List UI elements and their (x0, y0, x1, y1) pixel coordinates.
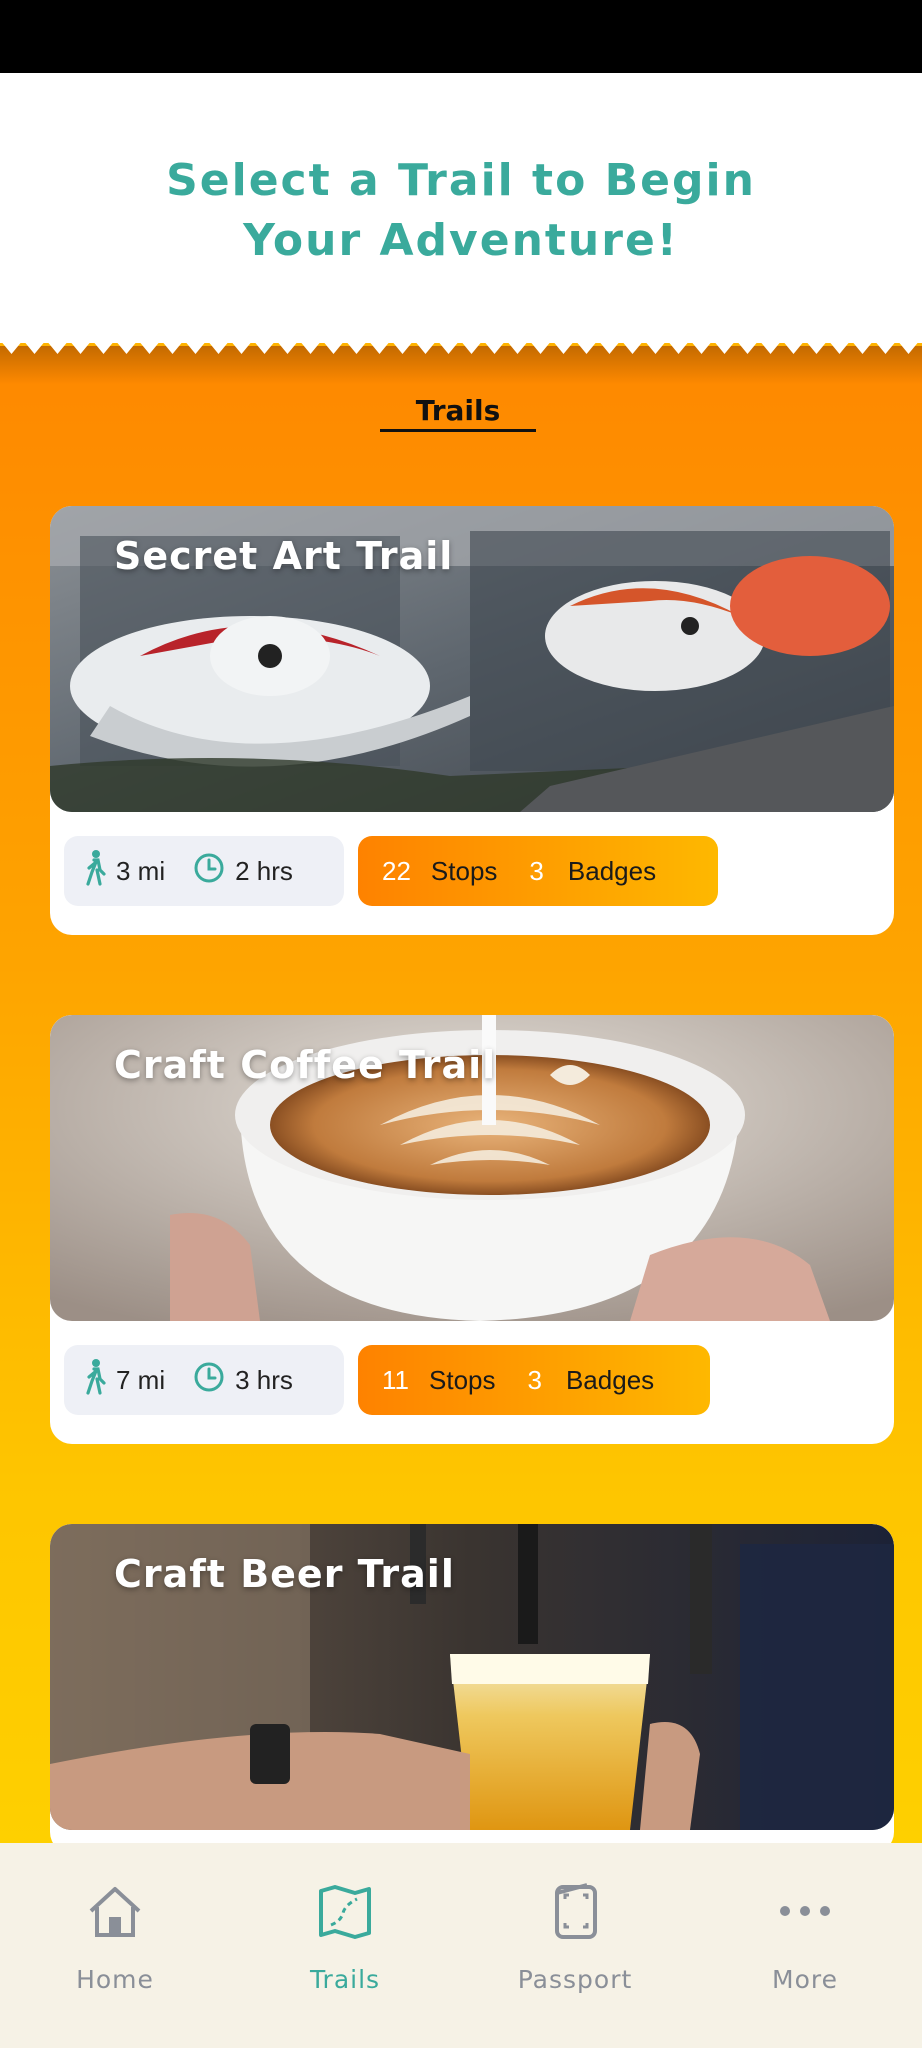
stops-label: Stops (429, 1364, 496, 1395)
badges-count: 3 (529, 855, 544, 886)
trail-counts: 11 Stops 3 Badges (358, 1345, 710, 1415)
zigzag-divider (0, 334, 922, 384)
clock-icon (193, 852, 225, 891)
home-icon (89, 1887, 141, 1937)
page-title-line-2: Your Adventure! (243, 215, 679, 266)
trail-duration: 2 hrs (235, 855, 293, 886)
tab-label: Passport (517, 1965, 633, 1994)
trail-card-secret-art[interactable]: Secret Art Trail 3 mi 2 hrs 22 Stops 3 B… (50, 506, 894, 935)
trail-distance: 7 mi (116, 1364, 166, 1395)
stops-count: 22 (382, 855, 411, 886)
trail-counts: 22 Stops 3 Badges (358, 836, 718, 906)
trail-duration: 3 hrs (235, 1364, 293, 1395)
badges-count: 3 (527, 1364, 542, 1395)
trail-distance: 3 mi (116, 855, 166, 886)
trail-photo: Craft Beer Trail (50, 1524, 894, 1830)
tab-more[interactable]: More (690, 1843, 920, 2048)
trail-photo: Craft Coffee Trail (50, 1015, 894, 1321)
tab-home[interactable]: Home (0, 1843, 230, 2048)
bottom-tab-bar: Home Trails Passport More (0, 1843, 922, 2048)
badges-label: Badges (567, 855, 657, 886)
trail-card-craft-coffee[interactable]: Craft Coffee Trail 7 mi 3 hrs 11 Stops 3… (50, 1015, 894, 1444)
section-title: Trails (380, 392, 536, 432)
more-icon (780, 1906, 830, 1916)
trail-stats: 3 mi 2 hrs (64, 836, 344, 906)
tab-passport[interactable]: Passport (460, 1843, 690, 2048)
tab-label: More (772, 1965, 838, 1994)
trail-stats: 7 mi 3 hrs (64, 1345, 344, 1415)
walking-icon (84, 1358, 106, 1402)
tab-label: Trails (309, 1965, 381, 1994)
page-title-line-1: Select a Trail to Begin (166, 155, 756, 206)
trail-photo: Secret Art Trail (50, 506, 894, 812)
trail-card-craft-beer[interactable]: Craft Beer Trail (50, 1524, 894, 1854)
stops-count: 11 (382, 1364, 409, 1395)
clock-icon (193, 1361, 225, 1400)
trail-name: Secret Art Trail (114, 534, 454, 578)
badges-label: Badges (565, 1364, 655, 1395)
tab-trails[interactable]: Trails (230, 1843, 460, 2048)
stops-label: Stops (430, 855, 498, 886)
page-title: Select a Trail to Begin Your Adventure! (0, 151, 922, 271)
map-icon (319, 1885, 371, 1939)
header: Select a Trail to Begin Your Adventure! (0, 73, 922, 343)
trail-name: Craft Beer Trail (114, 1552, 455, 1596)
trail-name: Craft Coffee Trail (114, 1043, 497, 1087)
status-bar (0, 0, 922, 73)
tab-label: Home (76, 1965, 154, 1994)
passport-icon (555, 1883, 597, 1939)
walking-icon (84, 849, 106, 893)
